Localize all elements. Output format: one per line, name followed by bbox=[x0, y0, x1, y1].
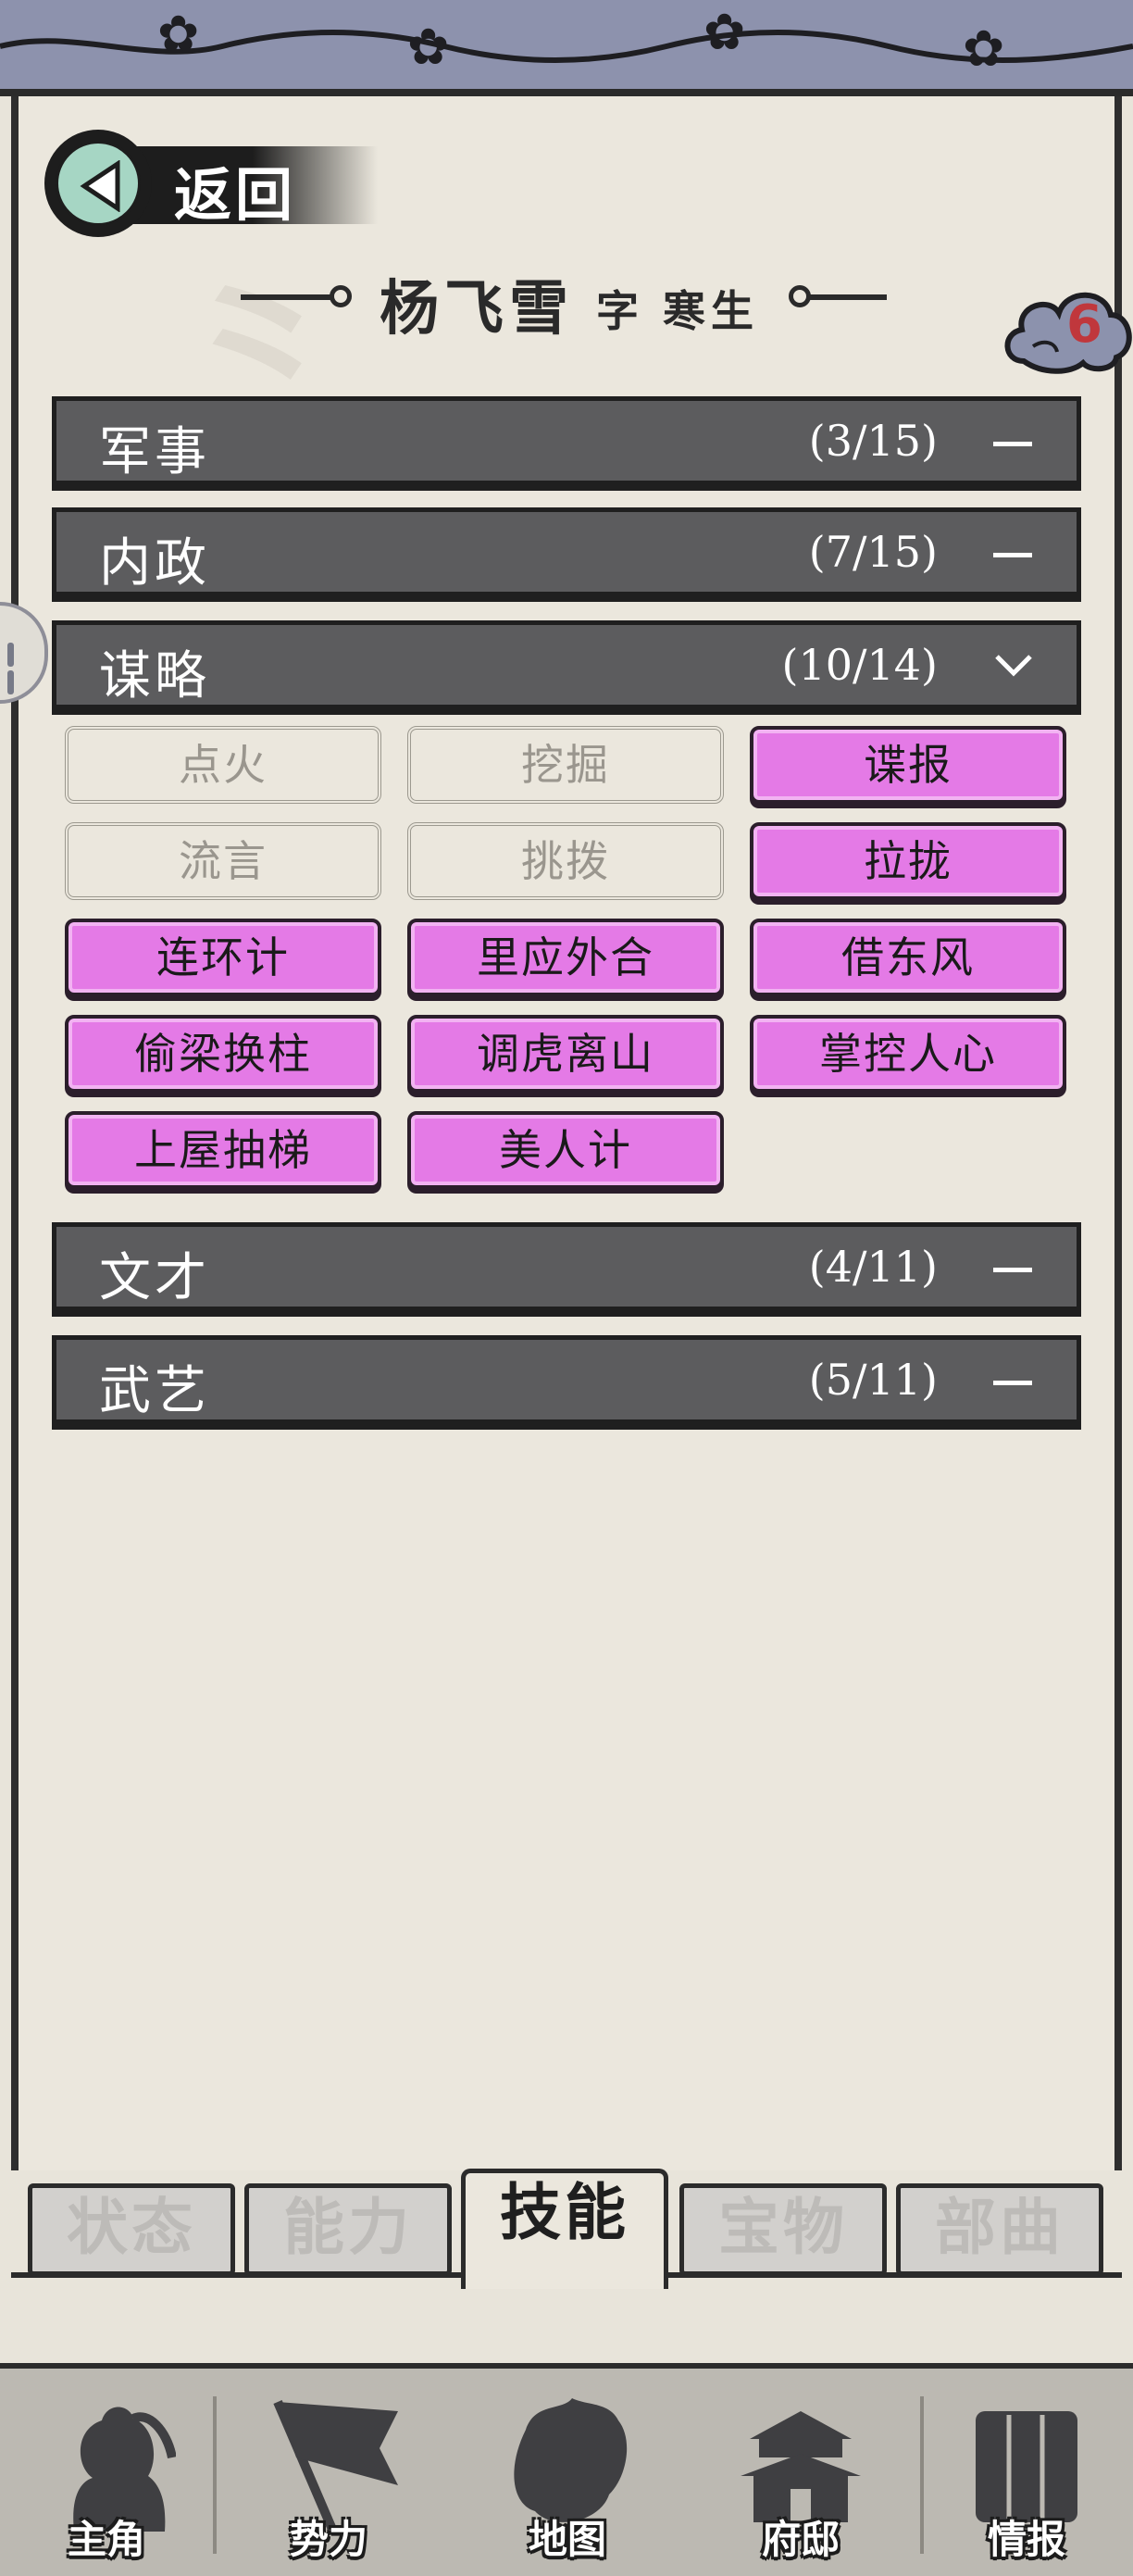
nav-label: 府邸 bbox=[761, 2517, 840, 2562]
top-decorative-banner: ✿ ✿ ✿ ✿ bbox=[0, 0, 1133, 96]
back-arrow-icon bbox=[56, 141, 141, 226]
category-administration[interactable]: 内政 (7/15) bbox=[52, 507, 1081, 596]
category-name: 文才 bbox=[99, 1248, 210, 1308]
category-count: (7/15) bbox=[808, 527, 938, 577]
skill-button[interactable]: 谍报 bbox=[750, 726, 1066, 804]
courtesy-name-label: 字 bbox=[596, 286, 639, 336]
nav-label: 情报 bbox=[987, 2517, 1065, 2562]
character-name: 杨飞雪 bbox=[380, 275, 574, 344]
character-title: 杨飞雪 字 寒生 bbox=[241, 250, 889, 344]
category-name: 谋略 bbox=[99, 646, 210, 707]
category-martial[interactable]: 武艺 (5/11) bbox=[52, 1335, 1081, 1424]
tab-status[interactable]: 状态 bbox=[28, 2183, 235, 2276]
category-name: 军事 bbox=[99, 422, 210, 482]
nav-label: 主角 bbox=[67, 2517, 145, 2562]
tab-troops[interactable]: 部曲 bbox=[896, 2183, 1103, 2276]
skill-button[interactable]: 上屋抽梯 bbox=[65, 1111, 381, 1189]
category-count: (3/15) bbox=[808, 416, 938, 466]
nav-intel[interactable]: 情报 bbox=[920, 2369, 1133, 2576]
skill-button[interactable]: 美人计 bbox=[407, 1111, 724, 1189]
category-name: 内政 bbox=[99, 533, 210, 594]
tab-ability[interactable]: 能力 bbox=[244, 2183, 452, 2276]
category-count: (4/11) bbox=[808, 1242, 938, 1292]
collapse-icon[interactable] bbox=[988, 1240, 1040, 1292]
nav-map[interactable]: 地图 bbox=[461, 2369, 674, 2576]
nav-hero[interactable]: 主角 bbox=[0, 2369, 213, 2576]
skill-button[interactable]: 连环计 bbox=[65, 919, 381, 996]
courtesy-name: 寒生 bbox=[663, 286, 759, 336]
skill-button[interactable]: 里应外合 bbox=[407, 919, 724, 996]
skill-button[interactable]: 调虎离山 bbox=[407, 1015, 724, 1093]
pause-icon bbox=[7, 643, 26, 694]
collapse-icon[interactable] bbox=[988, 525, 1040, 577]
category-count: (10/14) bbox=[781, 640, 938, 690]
nav-divider bbox=[213, 2396, 217, 2554]
cloud-badge[interactable]: 6 bbox=[1002, 278, 1133, 380]
nav-faction[interactable]: 势力 bbox=[222, 2369, 435, 2576]
bottom-navigation: 主角 势力 地图 府邸 情报 bbox=[0, 2363, 1133, 2576]
flower-ornament: ✿ bbox=[407, 18, 450, 76]
category-literary[interactable]: 文才 (4/11) bbox=[52, 1222, 1081, 1311]
title-knot-right bbox=[789, 285, 811, 307]
skill-button[interactable]: 挖掘 bbox=[407, 726, 724, 804]
flower-ornament: ✿ bbox=[157, 5, 200, 63]
category-military[interactable]: 军事 (3/15) bbox=[52, 396, 1081, 485]
nav-label: 地图 bbox=[528, 2517, 606, 2562]
skill-button[interactable]: 偷梁换柱 bbox=[65, 1015, 381, 1093]
skill-button[interactable]: 借东风 bbox=[750, 919, 1066, 996]
title-knot-left bbox=[330, 285, 352, 307]
chevron-down-icon[interactable] bbox=[988, 638, 1040, 690]
nav-mansion[interactable]: 府邸 bbox=[694, 2369, 907, 2576]
flower-ornament: ✿ bbox=[703, 3, 746, 61]
category-count: (5/11) bbox=[808, 1355, 938, 1405]
back-label: 返回 bbox=[174, 161, 297, 229]
collapse-icon[interactable] bbox=[988, 1353, 1040, 1405]
skill-button[interactable]: 掌控人心 bbox=[750, 1015, 1066, 1093]
category-strategy[interactable]: 谋略 (10/14) bbox=[52, 620, 1081, 709]
badge-count: 6 bbox=[1066, 294, 1102, 355]
title-ornament-right bbox=[809, 294, 887, 300]
tab-treasure[interactable]: 宝物 bbox=[679, 2183, 887, 2276]
skill-button[interactable]: 拉拢 bbox=[750, 822, 1066, 900]
skill-button[interactable]: 流言 bbox=[65, 822, 381, 900]
category-name: 武艺 bbox=[99, 1361, 210, 1421]
collapse-icon[interactable] bbox=[988, 414, 1040, 466]
nav-label: 势力 bbox=[289, 2517, 367, 2562]
flower-ornament: ✿ bbox=[963, 19, 1005, 78]
back-button[interactable]: 返回 bbox=[44, 130, 378, 237]
title-ornament-left bbox=[241, 294, 333, 300]
detail-tabs: 状态 能力 技能 宝物 部曲 bbox=[11, 2169, 1122, 2289]
back-button-circle bbox=[44, 130, 152, 237]
tab-skills[interactable]: 技能 bbox=[461, 2169, 668, 2289]
skill-button[interactable]: 挑拨 bbox=[407, 822, 724, 900]
skill-button[interactable]: 点火 bbox=[65, 726, 381, 804]
